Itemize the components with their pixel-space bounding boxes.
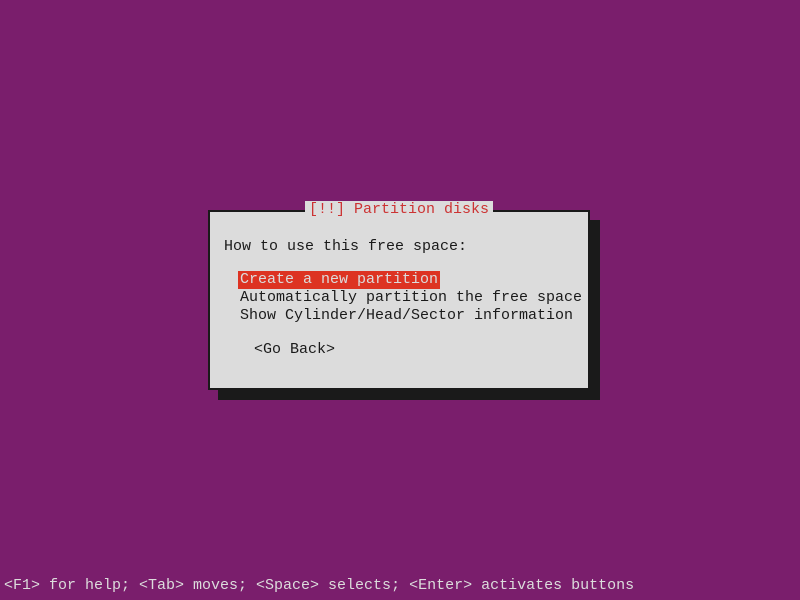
dialog-prompt: How to use this free space: — [224, 238, 574, 255]
option-chs-info[interactable]: Show Cylinder/Head/Sector information — [238, 307, 575, 325]
partition-dialog: [!!] Partition disks How to use this fre… — [208, 210, 590, 390]
option-auto-partition[interactable]: Automatically partition the free space — [238, 289, 584, 307]
dialog-body: How to use this free space: Create a new… — [210, 212, 588, 388]
option-create-partition[interactable]: Create a new partition — [238, 271, 440, 289]
help-footer: <F1> for help; <Tab> moves; <Space> sele… — [4, 577, 634, 594]
go-back-button[interactable]: <Go Back> — [254, 341, 335, 358]
